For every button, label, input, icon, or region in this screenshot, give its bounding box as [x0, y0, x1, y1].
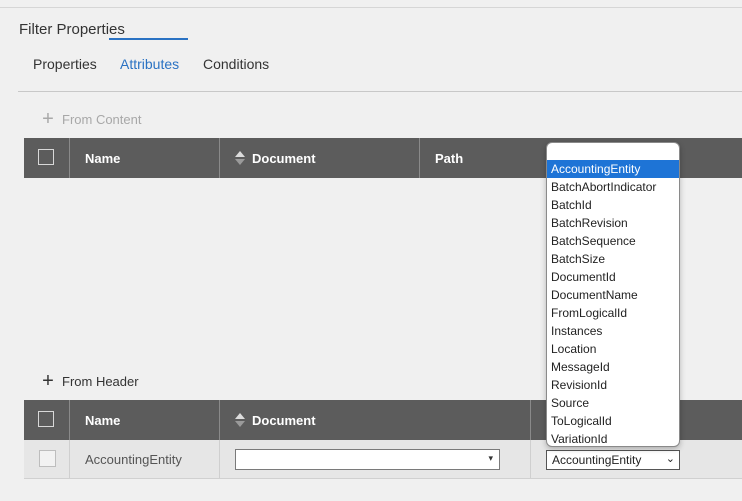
column-header-document[interactable]: Document [235, 138, 316, 178]
dropdown-option-documentname[interactable]: DocumentName [547, 286, 679, 304]
row-checkbox[interactable] [39, 450, 56, 467]
dropdown-option-accountingentity[interactable]: AccountingEntity [547, 160, 679, 178]
plus-icon: + [42, 370, 54, 392]
dropdown-option-variationid[interactable]: VariationId [547, 430, 679, 446]
column-header-document-label: Document [252, 150, 316, 166]
column-separator [530, 400, 531, 440]
dropdown-option-empty[interactable] [547, 143, 679, 161]
column-separator [219, 138, 220, 178]
dropdown-option-batchsequence[interactable]: BatchSequence [547, 232, 679, 250]
column-header-name[interactable]: Name [85, 138, 120, 178]
column-header-name[interactable]: Name [85, 400, 120, 440]
column-separator [69, 138, 70, 178]
sort-icon [235, 413, 245, 427]
column-header-document[interactable]: Document [235, 400, 316, 440]
chevron-down-icon: ⌄ [665, 453, 675, 465]
column-separator [219, 400, 220, 440]
dropdown-option-source[interactable]: Source [547, 394, 679, 412]
panel-title: Filter Properties [19, 21, 125, 38]
add-from-content-button[interactable]: + From Content [40, 108, 142, 130]
dropdown-option-documentid[interactable]: DocumentId [547, 268, 679, 286]
column-separator [69, 400, 70, 440]
dropdown-option-revisionid[interactable]: RevisionId [547, 376, 679, 394]
select-all-checkbox[interactable] [38, 149, 54, 165]
row-name-cell: AccountingEntity [85, 451, 182, 467]
select-all-checkbox[interactable] [38, 411, 54, 427]
column-separator [419, 138, 420, 178]
column-separator [530, 440, 531, 478]
sort-icon [235, 151, 245, 165]
dropdown-option-batchsize[interactable]: BatchSize [547, 250, 679, 268]
add-from-header-label: From Header [62, 373, 139, 389]
dropdown-option-location[interactable]: Location [547, 340, 679, 358]
tabs-divider [18, 91, 742, 92]
active-tab-indicator [109, 38, 188, 40]
path-select[interactable]: AccountingEntity ⌄ [546, 450, 680, 470]
dropdown-option-fromlogicalid[interactable]: FromLogicalId [547, 304, 679, 322]
dropdown-option-batchrevision[interactable]: BatchRevision [547, 214, 679, 232]
plus-icon: + [42, 108, 54, 130]
add-from-content-label: From Content [62, 111, 142, 127]
column-separator [219, 440, 220, 478]
column-header-document-label: Document [252, 412, 316, 428]
document-input[interactable]: ▾ [235, 449, 500, 470]
tab-properties[interactable]: Properties [33, 56, 97, 72]
dropdown-option-messageid[interactable]: MessageId [547, 358, 679, 376]
path-dropdown-list: AccountingEntity BatchAbortIndicator Bat… [546, 142, 680, 447]
dropdown-option-batchabortindicator[interactable]: BatchAbortIndicator [547, 178, 679, 196]
column-header-path[interactable]: Path [435, 138, 463, 178]
path-select-value: AccountingEntity [552, 453, 642, 467]
dropdown-option-instances[interactable]: Instances [547, 322, 679, 340]
tab-conditions[interactable]: Conditions [203, 56, 269, 72]
tab-attributes[interactable]: Attributes [120, 56, 179, 72]
dropdown-caret-icon: ▾ [488, 453, 493, 463]
add-from-header-button[interactable]: + From Header [40, 370, 139, 392]
top-divider [0, 7, 742, 8]
dropdown-option-tologicalid[interactable]: ToLogicalId [547, 412, 679, 430]
dropdown-option-batchid[interactable]: BatchId [547, 196, 679, 214]
column-separator [69, 440, 70, 478]
